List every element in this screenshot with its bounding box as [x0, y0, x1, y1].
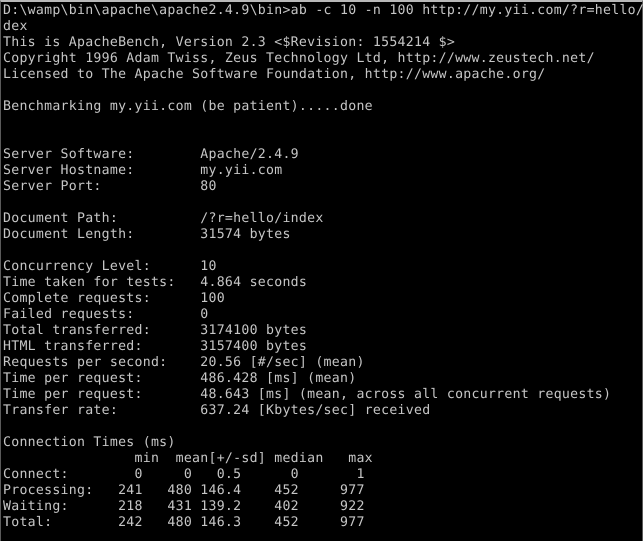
terminal-line: Transfer rate: 637.24 [Kbytes/sec] recei…	[3, 403, 431, 418]
terminal-line: Concurrency Level: 10	[3, 259, 217, 274]
terminal-line: Time per request: 48.643 [ms] (mean, acr…	[3, 387, 612, 402]
terminal-line: min mean[+/-sd] median max	[3, 451, 373, 466]
terminal-line: Failed requests: 0	[3, 307, 209, 322]
terminal-line: Requests per second: 20.56 [#/sec] (mean…	[3, 355, 365, 370]
terminal-line: Server Port: 80	[3, 179, 217, 194]
terminal-line: Licensed to The Apache Software Foundati…	[3, 67, 546, 82]
terminal-line: Waiting: 218 431 139.2 402 922	[3, 499, 365, 514]
terminal-output[interactable]: D:\wamp\bin\apache\apache2.4.9\bin>ab -c…	[3, 3, 643, 531]
terminal-window[interactable]: D:\wamp\bin\apache\apache2.4.9\bin>ab -c…	[0, 0, 643, 541]
terminal-line: Complete requests: 100	[3, 291, 225, 306]
terminal-line: Time per request: 486.428 [ms] (mean)	[3, 371, 357, 386]
terminal-line: This is ApacheBench, Version 2.3 <$Revis…	[3, 35, 456, 50]
terminal-line: Document Path: /?r=hello/index	[3, 211, 324, 226]
terminal-line: Server Software: Apache/2.4.9	[3, 147, 299, 162]
terminal-line: Connect: 0 0 0.5 0 1	[3, 467, 365, 482]
terminal-line: HTML transferred: 3157400 bytes	[3, 339, 308, 354]
terminal-line: Benchmarking my.yii.com (be patient)....…	[3, 99, 373, 114]
terminal-line: Processing: 241 480 146.4 452 977	[3, 483, 365, 498]
terminal-line: Copyright 1996 Adam Twiss, Zeus Technolo…	[3, 51, 595, 66]
terminal-line: Total transferred: 3174100 bytes	[3, 323, 308, 338]
terminal-line: Server Hostname: my.yii.com	[3, 163, 283, 178]
terminal-line: Document Length: 31574 bytes	[3, 227, 291, 242]
terminal-line: D:\wamp\bin\apache\apache2.4.9\bin>ab -c…	[3, 3, 643, 18]
terminal-line: Time taken for tests: 4.864 seconds	[3, 275, 308, 290]
terminal-line: dex	[3, 19, 28, 34]
terminal-line: Connection Times (ms)	[3, 435, 176, 450]
terminal-line: Total: 242 480 146.3 452 977	[3, 515, 365, 530]
